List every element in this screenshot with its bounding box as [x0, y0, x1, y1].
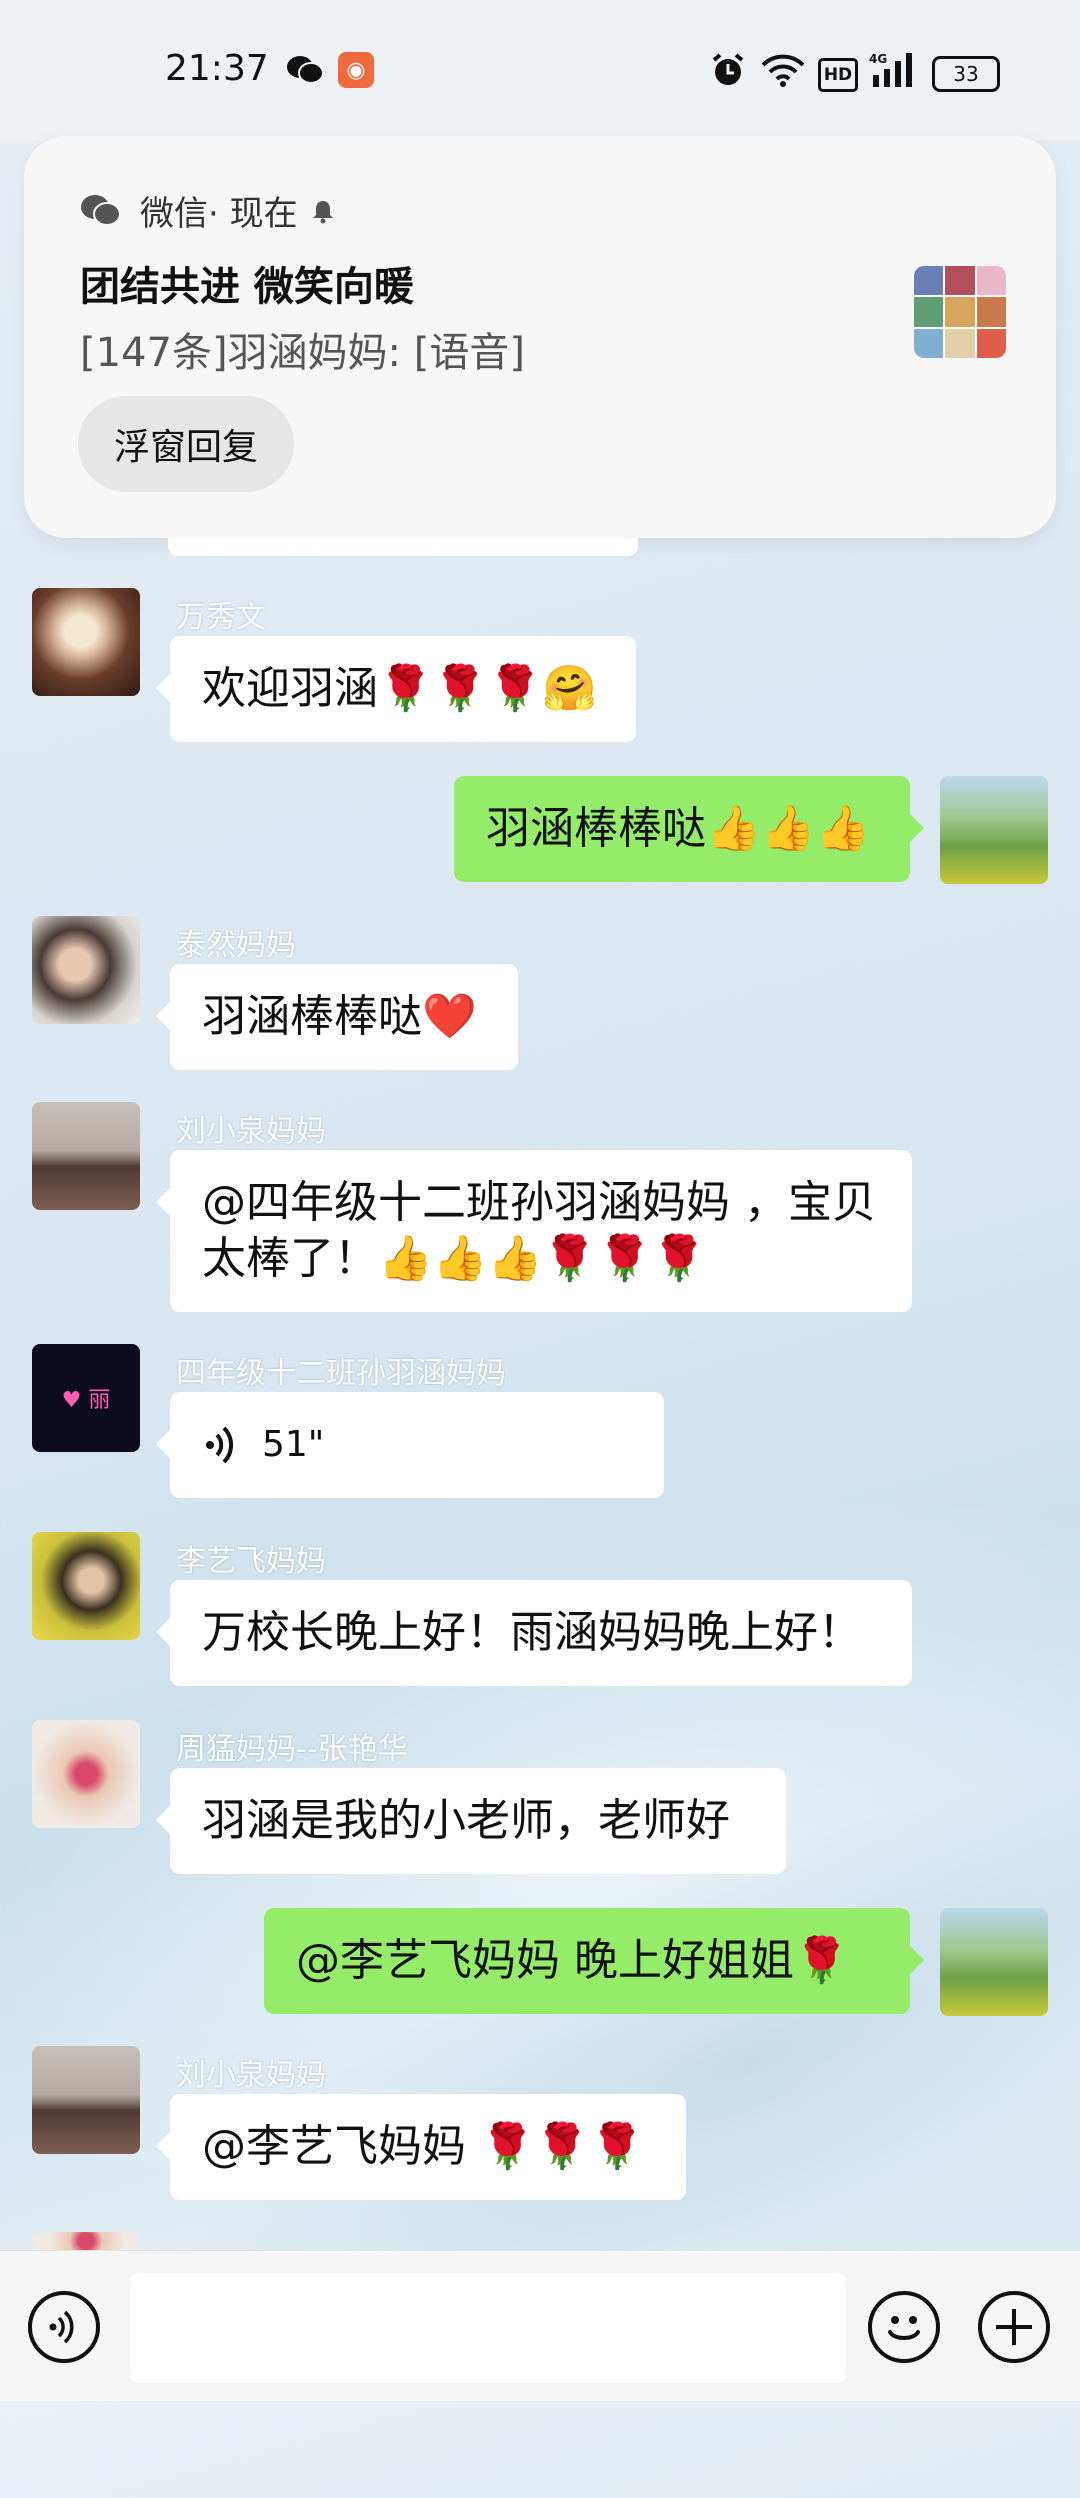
emoji-icon	[888, 2316, 920, 2340]
avatar[interactable]	[32, 1720, 140, 1828]
message-bubble[interactable]: @李艺飞妈妈 🌹🌹🌹	[156, 2094, 686, 2200]
sender-name: 万秀文	[176, 600, 266, 635]
sender-name: 李艺飞妈妈	[176, 1544, 326, 1579]
message-bubble-me[interactable]: 羽涵棒棒哒👍👍👍	[454, 776, 924, 882]
clock: 21:37	[165, 48, 269, 89]
avatar[interactable]: ♥ 丽	[32, 1344, 140, 1452]
message-bubble-me[interactable]: @李艺飞妈妈 晚上好姐姐🌹	[264, 1908, 924, 2014]
voice-input-button[interactable]	[28, 2291, 100, 2363]
notification-body: [147条]羽涵妈妈: [语音]	[80, 330, 525, 376]
sender-name: 周猛妈妈--张艳华	[176, 1732, 408, 1767]
wechat-icon	[81, 194, 121, 226]
sender-name: 泰然妈妈	[176, 928, 296, 963]
avatar-partial	[32, 2232, 140, 2250]
chat-input-bar	[0, 2250, 1080, 2401]
plus-icon	[996, 2309, 1032, 2345]
wifi-icon	[760, 50, 806, 90]
notification-header: 微信 · 现在	[80, 186, 336, 235]
voice-wave-icon	[206, 1426, 234, 1464]
signal-icon: 4G	[868, 50, 920, 90]
sender-name: 刘小泉妈妈	[176, 1114, 326, 1149]
avatar-me[interactable]	[940, 776, 1048, 884]
message-bubble[interactable]: 万校长晚上好！雨涵妈妈晚上好！	[156, 1580, 912, 1686]
avatar[interactable]	[32, 1102, 140, 1210]
message-bubble[interactable]: 欢迎羽涵🌹🌹🌹🤗	[156, 636, 636, 742]
notification-banner[interactable]: 微信 · 现在 团结共进 微笑向暖 [147条]羽涵妈妈: [语音] 浮窗回复	[24, 136, 1056, 538]
svg-text:4G: 4G	[869, 52, 887, 66]
voice-wave-icon	[49, 2310, 74, 2344]
sender-name: 刘小泉妈妈	[176, 2058, 326, 2093]
group-avatar	[914, 266, 1006, 358]
more-button[interactable]	[978, 2291, 1050, 2363]
float-reply-button[interactable]: 浮窗回复	[78, 396, 294, 492]
avatar[interactable]	[32, 588, 140, 696]
battery-icon: 33	[932, 56, 1000, 92]
avatar-me[interactable]	[940, 1908, 1048, 2016]
message-bubble-partial	[168, 538, 638, 556]
emoji-button[interactable]	[868, 2291, 940, 2363]
avatar[interactable]	[32, 1532, 140, 1640]
notification-time: · 现在	[208, 194, 298, 234]
voice-message-bubble[interactable]: 51"	[156, 1392, 664, 1498]
message-bubble[interactable]: 羽涵是我的小老师，老师好	[156, 1768, 786, 1874]
message-bubble[interactable]: @四年级十二班孙羽涵妈妈 ，宝贝太棒了！👍👍👍🌹🌹🌹	[156, 1150, 912, 1312]
bell-icon	[312, 200, 333, 223]
avatar-sign-text: ♥ 丽	[61, 1388, 111, 1413]
status-bar: 21:37 ◉ HD 4G 33	[0, 0, 1080, 140]
sender-name: 四年级十二班孙羽涵妈妈	[176, 1356, 506, 1391]
hd-icon: HD	[818, 58, 858, 92]
avatar[interactable]	[32, 916, 140, 1024]
wechat-icon	[285, 50, 325, 90]
message-input[interactable]	[130, 2273, 846, 2383]
voice-duration: 51"	[262, 1424, 325, 1465]
app-notification-icon: ◉	[338, 52, 374, 88]
notification-app-name: 微信	[140, 194, 208, 234]
notification-title: 团结共进 微笑向暖	[80, 264, 414, 310]
alarm-icon	[708, 50, 748, 90]
message-bubble[interactable]: 羽涵棒棒哒❤️	[156, 964, 518, 1070]
avatar[interactable]	[32, 2046, 140, 2154]
